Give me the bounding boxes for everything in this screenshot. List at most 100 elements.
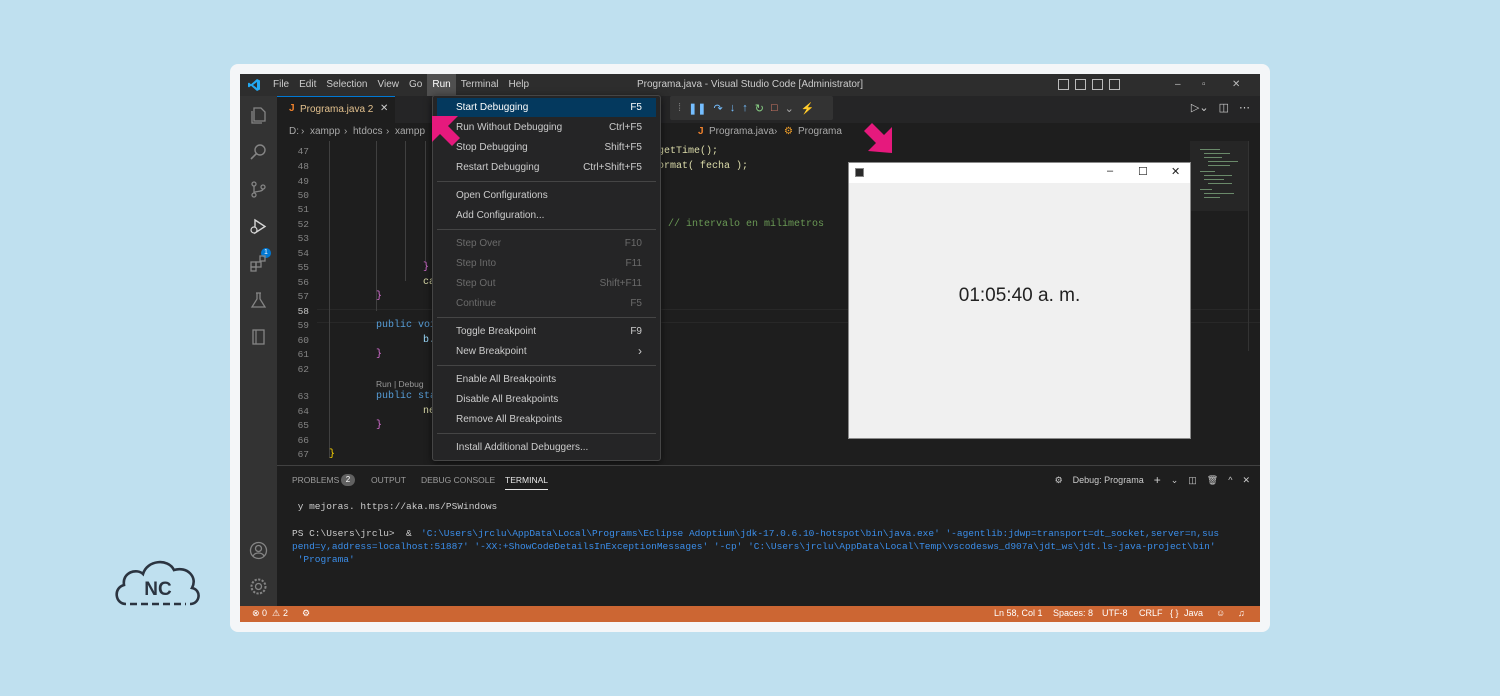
language-mode[interactable]: Java xyxy=(1184,608,1203,618)
java-window-titlebar[interactable]: – ☐ ✕ xyxy=(849,163,1190,183)
panel-actions: ⚙ Debug: Programa + ⌄ ◫ 🗑 ^ ✕ xyxy=(1055,473,1250,487)
run-icon[interactable]: ▷⌄ xyxy=(1191,101,1209,114)
notebook-icon[interactable] xyxy=(249,327,268,346)
settings-gear-icon[interactable] xyxy=(249,577,268,596)
step-out-icon[interactable]: ↑ xyxy=(742,102,748,114)
close-icon[interactable]: ✕ xyxy=(1171,165,1180,178)
breadcrumb-xampp-2[interactable]: xampp xyxy=(395,126,425,137)
terminal-command: 'Programa' xyxy=(292,554,355,565)
customize-layout-icon[interactable] xyxy=(1109,79,1120,90)
error-icon[interactable]: ⊗ xyxy=(252,608,260,619)
toggle-panel-icon[interactable] xyxy=(1075,79,1086,90)
feedback-icon[interactable]: ☺ xyxy=(1216,608,1225,618)
cursor-position[interactable]: Ln 58, Col 1 xyxy=(994,608,1043,618)
menu-item-run-without-debugging[interactable]: Run Without Debugging Ctrl+F5 xyxy=(437,118,656,137)
drag-handle-icon[interactable]: ⁞ xyxy=(678,102,681,114)
menu-item-continue[interactable]: Continue F5 xyxy=(437,294,656,313)
menu-go[interactable]: Go xyxy=(404,74,427,96)
explorer-icon[interactable] xyxy=(249,106,268,125)
breadcrumb-file[interactable]: Programa.java xyxy=(709,126,774,137)
menu-run[interactable]: Run xyxy=(427,74,456,96)
maximize-icon[interactable]: ☐ xyxy=(1138,165,1148,178)
restart-icon[interactable]: ↻ xyxy=(755,102,764,115)
menu-selection[interactable]: Selection xyxy=(321,74,372,96)
search-icon[interactable] xyxy=(249,143,268,162)
editor-scrollbar[interactable] xyxy=(1248,141,1260,351)
encoding[interactable]: UTF-8 xyxy=(1102,608,1128,618)
error-count[interactable]: 0 xyxy=(262,608,267,618)
chevron-down-icon[interactable]: ⌄ xyxy=(785,102,794,115)
terminal-line: y mejoras. https://aka.ms/PSWindows xyxy=(292,501,498,512)
testing-icon[interactable] xyxy=(249,291,268,310)
split-terminal-icon[interactable]: ◫ xyxy=(1188,475,1197,486)
tab-output[interactable]: OUTPUT xyxy=(371,475,406,485)
terminal-selector[interactable]: Debug: Programa xyxy=(1073,475,1144,485)
menu-item-enable-all-breakpoints[interactable]: Enable All Breakpoints xyxy=(437,370,656,389)
notifications-bell-icon[interactable]: ♫ xyxy=(1238,608,1245,618)
menu-item-toggle-breakpoint[interactable]: Toggle Breakpoint F9 xyxy=(437,322,656,341)
indentation[interactable]: Spaces: 8 xyxy=(1053,608,1093,618)
menu-view[interactable]: View xyxy=(373,74,405,96)
debug-status-icon[interactable]: ⚙ xyxy=(302,608,310,619)
step-over-icon[interactable]: ↷ xyxy=(714,102,723,115)
tab-debug-console[interactable]: DEBUG CONSOLE xyxy=(421,475,495,485)
breadcrumb-xampp[interactable]: xampp xyxy=(310,126,340,137)
close-panel-icon[interactable]: ✕ xyxy=(1242,475,1250,486)
more-actions-icon[interactable]: ⋯ xyxy=(1239,101,1250,114)
menu-item-restart-debugging[interactable]: Restart Debugging Ctrl+Shift+F5 xyxy=(437,158,656,177)
menu-item-disable-all-breakpoints[interactable]: Disable All Breakpoints xyxy=(437,390,656,409)
account-icon[interactable] xyxy=(249,541,268,560)
menu-item-open-configurations[interactable]: Open Configurations xyxy=(437,186,656,205)
menu-item-add-configuration[interactable]: Add Configuration... xyxy=(437,206,656,225)
warning-icon[interactable]: ⚠ xyxy=(272,608,280,619)
menu-item-step-into[interactable]: Step Into F11 xyxy=(437,254,656,273)
menu-item-stop-debugging[interactable]: Stop Debugging Shift+F5 xyxy=(437,138,656,157)
source-control-icon[interactable] xyxy=(249,180,268,199)
close-icon[interactable]: ✕ xyxy=(1232,74,1240,96)
breadcrumb-drive[interactable]: D: xyxy=(289,126,299,137)
minimize-icon[interactable]: – xyxy=(1107,165,1113,177)
maximize-panel-icon[interactable]: ^ xyxy=(1228,475,1232,485)
menu-edit[interactable]: Edit xyxy=(294,74,321,96)
tab-close-icon[interactable]: ✕ xyxy=(380,103,388,114)
tab-terminal[interactable]: TERMINAL xyxy=(505,475,548,490)
activity-bar: 1 xyxy=(240,96,277,606)
menu-item-install-additional-debuggers[interactable]: Install Additional Debuggers... xyxy=(437,438,656,457)
split-editor-icon[interactable]: ◫ xyxy=(1219,101,1229,114)
menu-terminal[interactable]: Terminal xyxy=(456,74,504,96)
line-ending[interactable]: CRLF xyxy=(1139,608,1163,618)
menu-item-remove-all-breakpoints[interactable]: Remove All Breakpoints xyxy=(437,410,656,429)
menu-item-step-out[interactable]: Step Out Shift+F11 xyxy=(437,274,656,293)
line-number: 66 xyxy=(297,435,309,446)
menu-item-start-debugging[interactable]: Start Debugging F5 xyxy=(437,98,656,117)
line-number: 51 xyxy=(297,204,309,215)
menu-item-step-over[interactable]: Step Over F10 xyxy=(437,234,656,253)
restore-icon[interactable]: ▫ xyxy=(1202,74,1206,96)
breadcrumb-htdocs[interactable]: htdocs xyxy=(353,126,382,137)
pause-icon[interactable]: ❚❚ xyxy=(688,102,706,115)
codelens-run-debug[interactable]: Run | Debug xyxy=(376,379,424,389)
submenu-chevron-icon: › xyxy=(638,344,642,358)
menu-file[interactable]: File xyxy=(268,74,294,96)
toggle-secondary-sidebar-icon[interactable] xyxy=(1092,79,1103,90)
hot-reload-icon[interactable]: ⚡ xyxy=(801,102,815,115)
toggle-sidebar-icon[interactable] xyxy=(1058,79,1069,90)
menu-help[interactable]: Help xyxy=(504,74,535,96)
status-bar: ⊗ 0 ⚠ 2 ⚙ Ln 58, Col 1 Spaces: 8 UTF-8 C… xyxy=(240,606,1260,622)
run-debug-icon[interactable] xyxy=(249,217,268,236)
menu-item-new-breakpoint[interactable]: New Breakpoint › xyxy=(437,342,656,361)
step-into-icon[interactable]: ↓ xyxy=(730,102,736,114)
extensions-icon[interactable] xyxy=(249,254,268,273)
tab-problems[interactable]: PROBLEMS xyxy=(292,475,339,485)
trash-icon[interactable]: 🗑 xyxy=(1207,475,1218,486)
new-terminal-icon[interactable]: + xyxy=(1154,473,1161,487)
editor-actions: ▷⌄ ◫ ⋯ xyxy=(1191,101,1250,114)
breadcrumb-class[interactable]: Programa xyxy=(798,126,842,137)
warning-count[interactable]: 2 xyxy=(283,608,288,618)
tab-programa-java[interactable]: J Programa.java 2 ✕ xyxy=(277,96,395,123)
stop-icon[interactable]: □ xyxy=(771,102,778,114)
chevron-down-icon[interactable]: ⌄ xyxy=(1171,475,1179,486)
minimize-icon[interactable]: – xyxy=(1175,74,1181,96)
run-menu-dropdown: Start Debugging F5 Run Without Debugging C… xyxy=(432,95,661,461)
code-line-48: ormat( fecha ); xyxy=(658,161,748,172)
